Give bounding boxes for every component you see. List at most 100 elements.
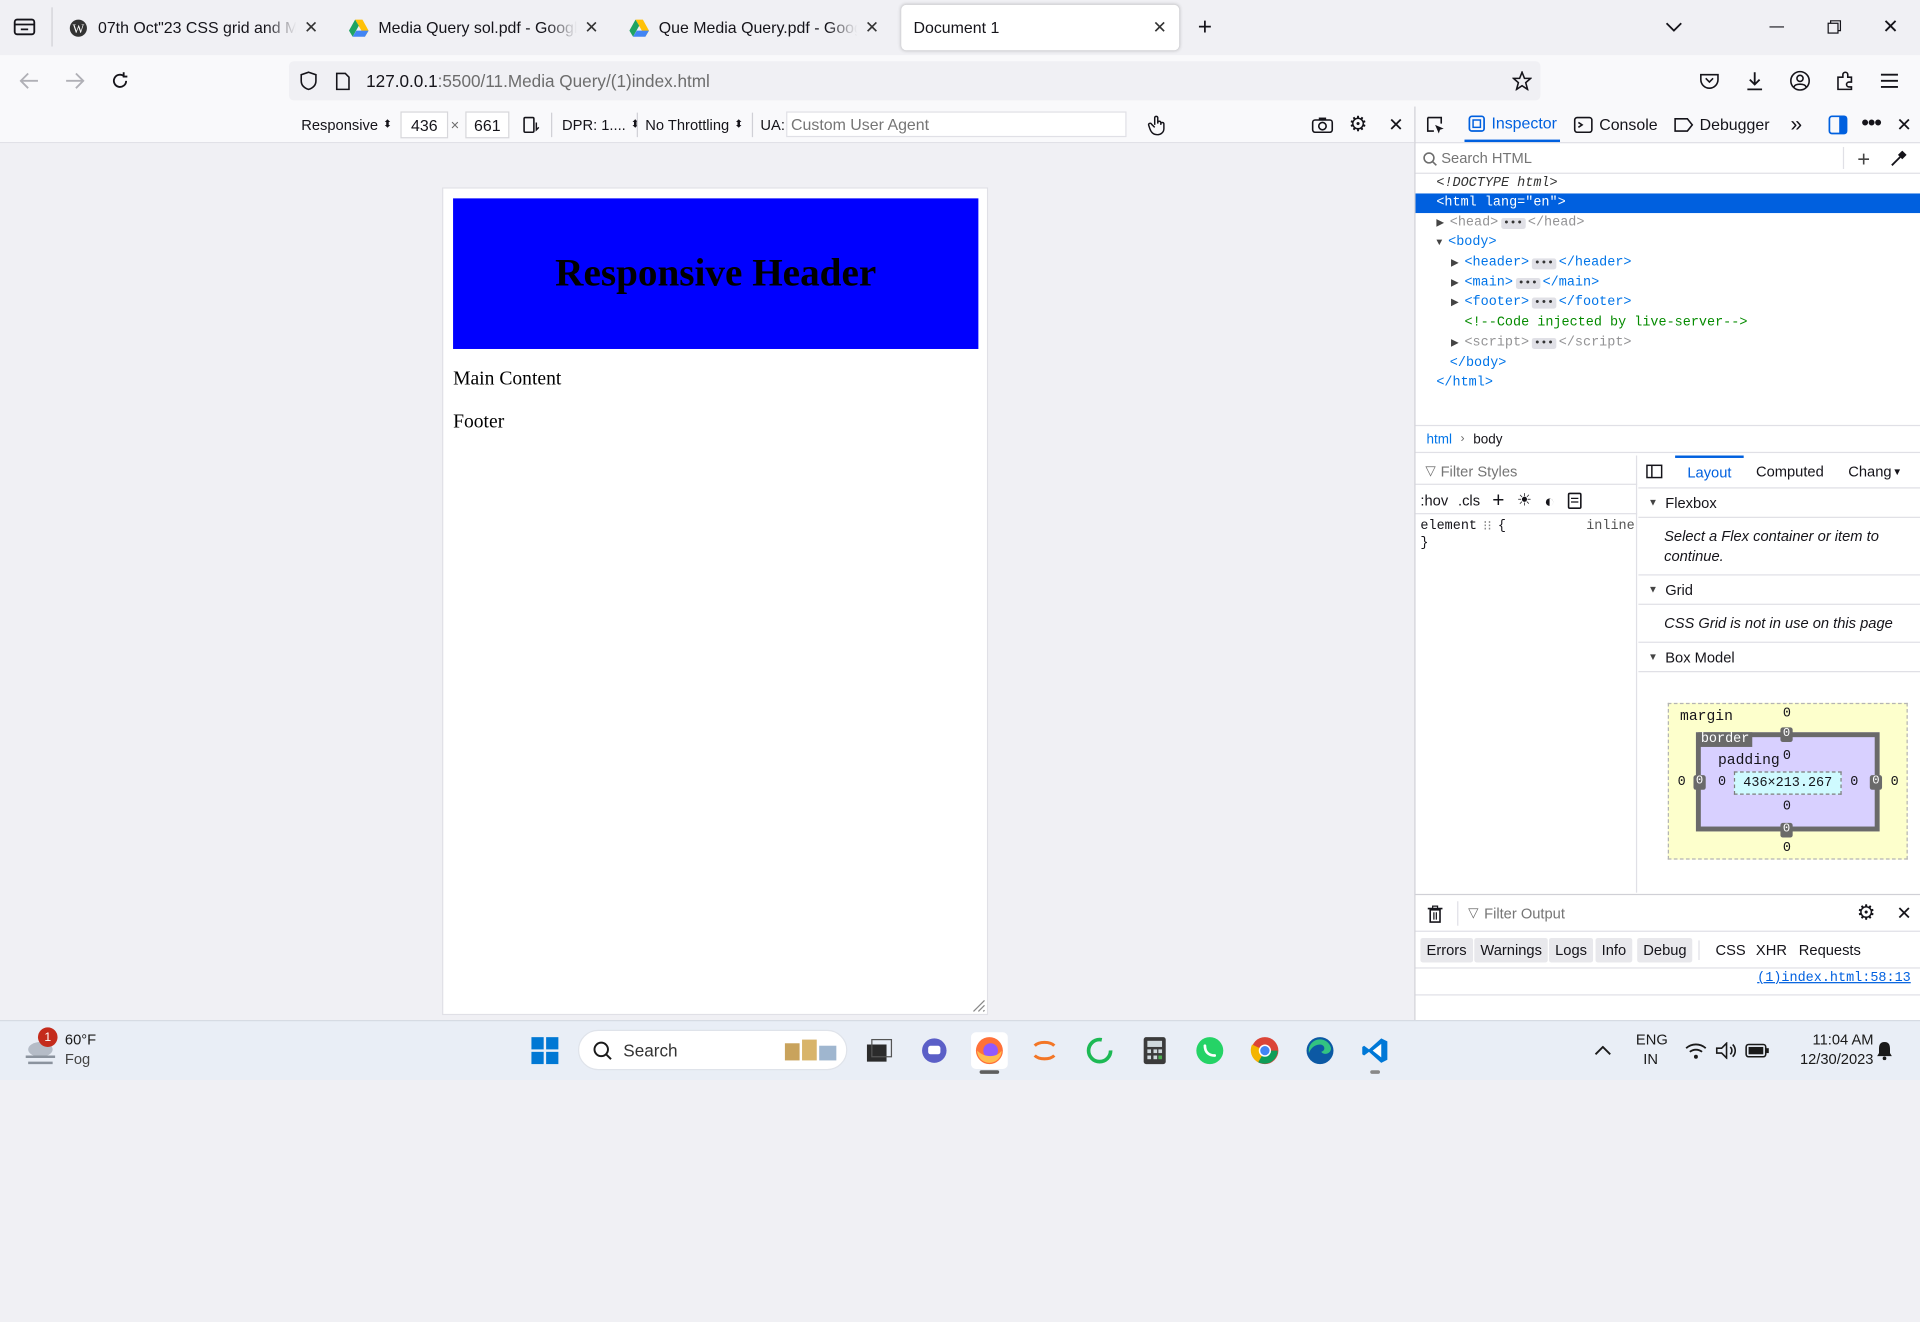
star-icon[interactable] bbox=[1507, 66, 1536, 95]
filter-errors[interactable]: Errors bbox=[1420, 937, 1473, 963]
filter-css[interactable]: CSS bbox=[1716, 938, 1746, 962]
breadcrumb-html[interactable]: html bbox=[1427, 432, 1452, 447]
tree-html[interactable]: <html lang="en"> bbox=[1415, 193, 1920, 214]
hov-toggle[interactable]: :hov bbox=[1420, 492, 1448, 509]
tree-body-close[interactable]: </body> bbox=[1416, 354, 1920, 374]
tab-document-1[interactable]: Document 1 ✕ bbox=[901, 4, 1180, 51]
reload-icon[interactable] bbox=[105, 66, 134, 95]
dock-icon[interactable] bbox=[1823, 110, 1852, 139]
volume-icon[interactable] bbox=[1712, 1032, 1741, 1069]
expand-triangle-icon[interactable]: ▶ bbox=[1416, 296, 1465, 309]
resize-handle-icon[interactable] bbox=[971, 998, 986, 1013]
tab-computed[interactable]: Computed bbox=[1744, 463, 1836, 480]
vscode-icon[interactable] bbox=[1357, 1032, 1394, 1069]
tab-debugger[interactable]: Debugger bbox=[1674, 107, 1770, 143]
chevron-down-icon[interactable] bbox=[1659, 12, 1688, 41]
tree-html-close[interactable]: </html> bbox=[1416, 373, 1920, 393]
flexbox-section-header[interactable]: ▼ Flexbox bbox=[1638, 487, 1920, 518]
more-tabs-chevron-icon[interactable]: » bbox=[1782, 110, 1811, 139]
calculator-icon[interactable] bbox=[1136, 1032, 1173, 1069]
height-input[interactable]: 661 bbox=[465, 111, 510, 139]
weather-temp[interactable]: 60°F bbox=[65, 1031, 96, 1048]
pocket-icon[interactable] bbox=[1695, 66, 1724, 95]
close-icon[interactable]: ✕ bbox=[865, 17, 879, 38]
dpr-select[interactable]: DPR: 1.... ⬍ bbox=[562, 107, 640, 143]
expand-triangle-icon[interactable]: ▶ bbox=[1416, 217, 1450, 229]
collapse-triangle-icon[interactable]: ▼ bbox=[1416, 237, 1449, 248]
expand-triangle-icon[interactable]: ▶ bbox=[1416, 277, 1465, 289]
eyedropper-icon[interactable] bbox=[1883, 144, 1912, 173]
jupyter-icon[interactable] bbox=[1026, 1032, 1063, 1069]
close-console-icon[interactable]: ✕ bbox=[1889, 899, 1918, 928]
padding-bottom-value[interactable]: 0 bbox=[1783, 800, 1791, 815]
windows-start-icon[interactable] bbox=[527, 1032, 564, 1069]
menu-icon[interactable] bbox=[1875, 66, 1904, 95]
filter-output-input[interactable] bbox=[1484, 902, 1827, 925]
tree-comment[interactable]: <!--Code injected by live-server--> bbox=[1416, 313, 1920, 333]
close-devtools-icon[interactable]: ✕ bbox=[1889, 110, 1918, 139]
filter-styles-input[interactable] bbox=[1440, 462, 1625, 480]
filter-info[interactable]: Info bbox=[1595, 937, 1633, 963]
breadcrumb-body[interactable]: body bbox=[1473, 432, 1502, 447]
add-node-icon[interactable]: + bbox=[1849, 144, 1878, 173]
filter-requests[interactable]: Requests bbox=[1799, 938, 1861, 962]
firefox-icon[interactable] bbox=[971, 1032, 1008, 1069]
margin-bottom-value[interactable]: 0 bbox=[1783, 841, 1791, 856]
tab-list-icon[interactable] bbox=[10, 12, 39, 41]
padding-top-value[interactable]: 0 bbox=[1783, 749, 1791, 764]
wifi-icon[interactable] bbox=[1681, 1032, 1710, 1069]
filter-debug[interactable]: Debug bbox=[1637, 937, 1693, 963]
new-tab-icon[interactable]: + bbox=[1190, 12, 1219, 41]
toggle-pane-icon[interactable] bbox=[1638, 459, 1670, 483]
settings-gear-icon[interactable]: ⚙ bbox=[1343, 110, 1372, 139]
refresh-app-icon[interactable] bbox=[1081, 1032, 1118, 1069]
margin-top-value[interactable]: 0 bbox=[1783, 707, 1791, 722]
grid-section-header[interactable]: ▼ Grid bbox=[1638, 574, 1920, 605]
rule-source[interactable]: inline bbox=[1586, 519, 1635, 534]
notification-bell-icon[interactable] bbox=[1870, 1032, 1899, 1069]
device-select[interactable]: Responsive ⬍ bbox=[301, 107, 392, 143]
back-icon[interactable] bbox=[15, 66, 44, 95]
tab-css-grid[interactable]: W 07th Oct"23 CSS grid and Media ✕ bbox=[56, 5, 330, 50]
close-rdm-icon[interactable]: ✕ bbox=[1381, 110, 1410, 139]
screenshot-icon[interactable] bbox=[1308, 110, 1337, 139]
chevron-up-icon[interactable] bbox=[1585, 1032, 1622, 1069]
chrome-icon[interactable] bbox=[1247, 1032, 1284, 1069]
shield-icon[interactable] bbox=[294, 66, 323, 95]
close-icon[interactable]: ✕ bbox=[304, 17, 318, 38]
tree-main[interactable]: ▶ <main> ••• </main> bbox=[1416, 273, 1920, 293]
touch-icon[interactable] bbox=[1142, 110, 1171, 139]
filter-warnings[interactable]: Warnings bbox=[1474, 937, 1549, 963]
console-settings-gear-icon[interactable]: ⚙ bbox=[1851, 899, 1880, 928]
task-view-icon[interactable] bbox=[861, 1032, 898, 1069]
expand-triangle-icon[interactable]: ▶ bbox=[1416, 257, 1465, 269]
light-scheme-icon[interactable]: ☀ bbox=[1517, 490, 1532, 511]
tree-body[interactable]: ▼ <body> bbox=[1416, 233, 1920, 253]
border-left-value[interactable]: 0 bbox=[1693, 775, 1706, 790]
user-agent-input[interactable] bbox=[786, 111, 1127, 138]
border-bottom-value[interactable]: 0 bbox=[1780, 822, 1793, 838]
rotate-icon[interactable] bbox=[517, 110, 546, 139]
forward-icon[interactable] bbox=[60, 66, 89, 95]
filter-xhr[interactable]: XHR bbox=[1756, 938, 1787, 962]
tree-doctype[interactable]: <!DOCTYPE html> bbox=[1416, 174, 1920, 194]
more-options-icon[interactable]: ••• bbox=[1856, 108, 1885, 137]
element-picker-icon[interactable] bbox=[1420, 110, 1449, 139]
padding-right-value[interactable]: 0 bbox=[1850, 775, 1858, 790]
restore-icon[interactable] bbox=[1820, 12, 1849, 41]
page-icon[interactable] bbox=[328, 66, 357, 95]
tree-script[interactable]: ▶ <script> ••• </script> bbox=[1416, 333, 1920, 353]
search-html-input[interactable] bbox=[1441, 146, 1834, 169]
box-model-section-header[interactable]: ▼ Box Model bbox=[1638, 641, 1920, 673]
extensions-icon[interactable] bbox=[1831, 66, 1860, 95]
trash-icon[interactable] bbox=[1420, 899, 1449, 928]
close-icon[interactable]: ✕ bbox=[1153, 17, 1167, 38]
tree-footer[interactable]: ▶ <footer> ••• </footer> bbox=[1416, 293, 1920, 313]
tab-inspector[interactable]: Inspector bbox=[1464, 107, 1561, 143]
tab-layout[interactable]: Layout bbox=[1675, 454, 1744, 488]
tab-media-query-sol[interactable]: Media Query sol.pdf - Google Drive ✕ bbox=[337, 5, 611, 50]
clock-date[interactable]: 12/30/2023 bbox=[1780, 1051, 1874, 1068]
cls-toggle[interactable]: .cls bbox=[1458, 492, 1480, 509]
dark-scheme-icon[interactable]: ◐ bbox=[1544, 490, 1554, 510]
border-top-value[interactable]: 0 bbox=[1780, 727, 1793, 743]
